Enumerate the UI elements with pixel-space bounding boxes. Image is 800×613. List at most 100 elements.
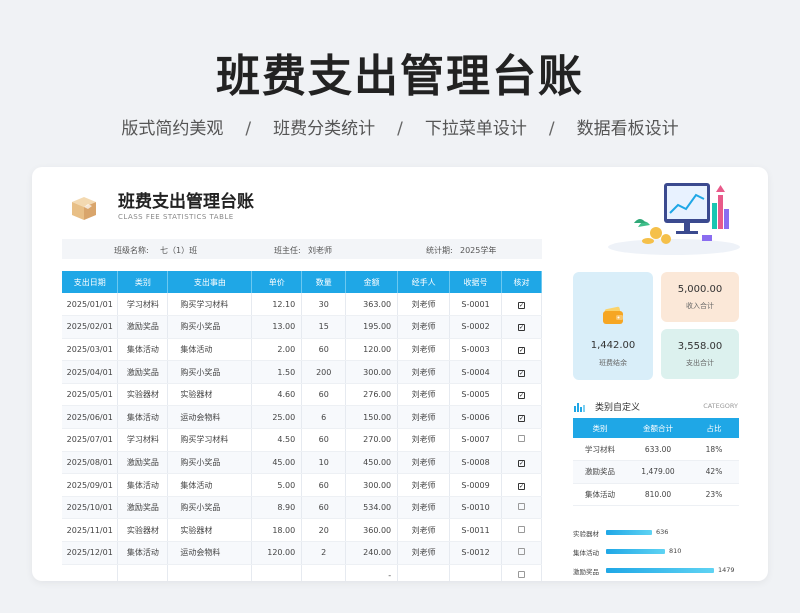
- cell-qty[interactable]: 10: [301, 451, 347, 475]
- cell-receipt[interactable]: S-0008: [449, 451, 502, 475]
- cell-handler[interactable]: 刘老师: [397, 315, 451, 339]
- cell-cat[interactable]: 激励奖品: [117, 360, 169, 384]
- check-checkbox[interactable]: [518, 570, 525, 578]
- cell-qty[interactable]: 6: [301, 405, 347, 430]
- cell-amount[interactable]: 120.00: [345, 338, 399, 362]
- cell-handler[interactable]: 刘老师: [397, 428, 451, 452]
- cell-cat[interactable]: 学习材料: [117, 428, 169, 452]
- cell-cat[interactable]: 集体活动: [117, 405, 169, 430]
- cell-price[interactable]: 5.00: [251, 473, 303, 497]
- cell-date[interactable]: 2025/11/01: [62, 518, 119, 543]
- cell-price[interactable]: 8.90: [251, 496, 303, 520]
- cell-receipt[interactable]: S-0006: [449, 405, 502, 430]
- cell-reason[interactable]: [167, 564, 253, 581]
- check-checkbox[interactable]: ✓: [518, 392, 525, 400]
- cell-qty[interactable]: 15: [301, 315, 347, 339]
- period-value[interactable]: 2025学年: [460, 245, 496, 256]
- cell-cat[interactable]: 实验器材: [117, 518, 169, 543]
- category-cell-pct[interactable]: 18%: [689, 438, 739, 462]
- cell-price[interactable]: 12.10: [251, 293, 303, 317]
- cell-handler[interactable]: 刘老师: [397, 473, 451, 497]
- cell-qty[interactable]: 60: [301, 383, 347, 407]
- cell-receipt[interactable]: [449, 564, 502, 581]
- cell-receipt[interactable]: S-0003: [449, 338, 502, 362]
- cell-cat[interactable]: 集体活动: [117, 473, 169, 497]
- cell-price[interactable]: 4.60: [251, 383, 303, 407]
- cell-date[interactable]: 2025/01/01: [62, 293, 119, 317]
- cell-amount[interactable]: 300.00: [345, 360, 399, 384]
- check-checkbox[interactable]: ✓: [518, 369, 525, 377]
- cell-cat[interactable]: 激励奖品: [117, 496, 169, 520]
- cell-qty[interactable]: 200: [301, 360, 347, 384]
- category-cell-total[interactable]: 1,479.00: [627, 460, 689, 484]
- cell-qty[interactable]: 60: [301, 428, 347, 452]
- check-checkbox[interactable]: ✓: [518, 301, 525, 309]
- cell-price[interactable]: 13.00: [251, 315, 303, 339]
- cell-handler[interactable]: [397, 564, 451, 581]
- cell-cat[interactable]: 激励奖品: [117, 451, 169, 475]
- cell-date[interactable]: 2025/06/01: [62, 405, 119, 430]
- cell-reason[interactable]: 运动会物料: [167, 405, 253, 430]
- cell-reason[interactable]: 购买小奖品: [167, 315, 253, 339]
- cell-date[interactable]: [62, 564, 119, 581]
- cell-reason[interactable]: 购买小奖品: [167, 360, 253, 384]
- cell-price[interactable]: 120.00: [251, 541, 303, 565]
- check-checkbox[interactable]: ✓: [518, 482, 525, 490]
- cell-cat[interactable]: [117, 564, 169, 581]
- cell-date[interactable]: 2025/02/01: [62, 315, 119, 339]
- cell-handler[interactable]: 刘老师: [397, 541, 451, 565]
- cell-handler[interactable]: 刘老师: [397, 293, 451, 317]
- cell-price[interactable]: [251, 564, 303, 581]
- category-cell-name[interactable]: 激励奖品: [573, 460, 627, 484]
- cell-reason[interactable]: 运动会物料: [167, 541, 253, 565]
- cell-reason[interactable]: 购买学习材料: [167, 428, 253, 452]
- cell-price[interactable]: 18.00: [251, 518, 303, 543]
- cell-reason[interactable]: 集体活动: [167, 473, 253, 497]
- cell-reason[interactable]: 购买学习材料: [167, 293, 253, 317]
- cell-amount[interactable]: 450.00: [345, 451, 399, 475]
- check-checkbox[interactable]: [518, 435, 525, 443]
- cell-qty[interactable]: 20: [301, 518, 347, 543]
- cell-reason[interactable]: 集体活动: [167, 338, 253, 362]
- cell-amount[interactable]: -: [345, 564, 399, 581]
- check-checkbox[interactable]: [518, 525, 525, 533]
- cell-date[interactable]: 2025/10/01: [62, 496, 119, 520]
- category-cell-pct[interactable]: 23%: [689, 483, 739, 507]
- cell-price[interactable]: 4.50: [251, 428, 303, 452]
- cell-receipt[interactable]: S-0011: [449, 518, 502, 543]
- cell-amount[interactable]: 534.00: [345, 496, 399, 520]
- cell-amount[interactable]: 195.00: [345, 315, 399, 339]
- category-cell-pct[interactable]: 42%: [689, 460, 739, 484]
- cell-date[interactable]: 2025/09/01: [62, 473, 119, 497]
- cell-date[interactable]: 2025/12/01: [62, 541, 119, 565]
- cell-receipt[interactable]: S-0005: [449, 383, 502, 407]
- cell-qty[interactable]: 60: [301, 496, 347, 520]
- cell-handler[interactable]: 刘老师: [397, 383, 451, 407]
- cell-qty[interactable]: [301, 564, 347, 581]
- cell-qty[interactable]: 2: [301, 541, 347, 565]
- cell-date[interactable]: 2025/05/01: [62, 383, 119, 407]
- category-cell-total[interactable]: 633.00: [627, 438, 689, 462]
- cell-price[interactable]: 1.50: [251, 360, 303, 384]
- cell-cat[interactable]: 集体活动: [117, 338, 169, 362]
- cell-price[interactable]: 2.00: [251, 338, 303, 362]
- cell-amount[interactable]: 276.00: [345, 383, 399, 407]
- cell-cat[interactable]: 学习材料: [117, 293, 169, 317]
- cell-price[interactable]: 45.00: [251, 451, 303, 475]
- cell-receipt[interactable]: S-0004: [449, 360, 502, 384]
- check-checkbox[interactable]: [518, 548, 525, 556]
- cell-handler[interactable]: 刘老师: [397, 405, 451, 430]
- cell-handler[interactable]: 刘老师: [397, 451, 451, 475]
- category-cell-name[interactable]: 学习材料: [573, 438, 627, 462]
- cell-date[interactable]: 2025/07/01: [62, 428, 119, 452]
- class-name-value[interactable]: 七（1）班: [160, 245, 197, 256]
- cell-receipt[interactable]: S-0009: [449, 473, 502, 497]
- cell-date[interactable]: 2025/08/01: [62, 451, 119, 475]
- cell-price[interactable]: 25.00: [251, 405, 303, 430]
- cell-date[interactable]: 2025/03/01: [62, 338, 119, 362]
- cell-reason[interactable]: 购买小奖品: [167, 451, 253, 475]
- cell-receipt[interactable]: S-0010: [449, 496, 502, 520]
- cell-amount[interactable]: 150.00: [345, 405, 399, 430]
- cell-reason[interactable]: 实验器材: [167, 518, 253, 543]
- cell-amount[interactable]: 360.00: [345, 518, 399, 543]
